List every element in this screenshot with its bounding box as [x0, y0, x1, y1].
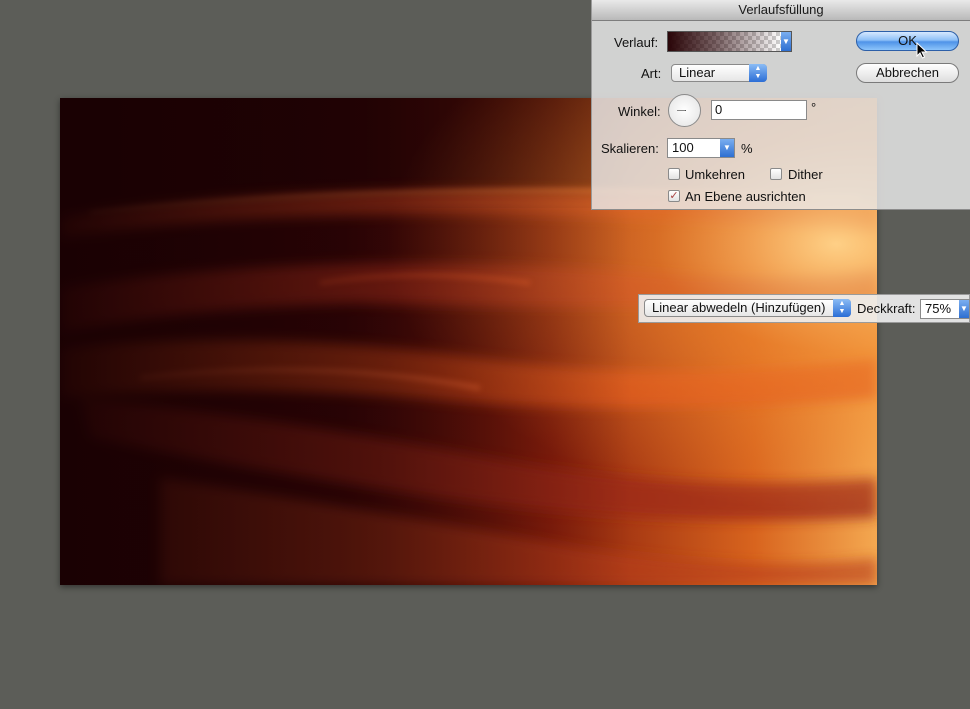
triangle-down-icon[interactable]: ▼	[781, 32, 791, 51]
cancel-button-label: Abbrechen	[876, 65, 939, 80]
gradient-picker[interactable]: ▼	[667, 31, 792, 52]
triangle-down-icon[interactable]: ▼	[959, 300, 969, 318]
angle-unit: °	[811, 100, 817, 115]
angle-dial[interactable]	[668, 94, 701, 127]
gradient-label: Verlauf:	[614, 35, 659, 50]
arrow-cursor-icon	[916, 42, 928, 59]
opacity-label: Deckkraft:	[857, 301, 916, 316]
gradient-preview	[668, 32, 781, 51]
reverse-label: Umkehren	[685, 167, 745, 182]
dither-label: Dither	[788, 167, 823, 182]
angle-label: Winkel:	[618, 104, 661, 119]
opacity-combo[interactable]: 75% ▼	[920, 299, 970, 319]
align-label: An Ebene ausrichten	[685, 189, 806, 204]
align-checkbox[interactable]: ✓	[668, 190, 680, 202]
reverse-checkbox[interactable]	[668, 168, 680, 180]
up-down-arrows-icon: ▲ ▼	[833, 299, 851, 317]
scale-combo[interactable]: 100 ▼	[667, 138, 735, 158]
angle-value: 0	[715, 102, 723, 117]
scale-value: 100	[672, 140, 694, 155]
layer-options-bar: Linear abwedeln (Hinzufügen) ▲ ▼ Deckkraf…	[638, 294, 970, 323]
blend-mode-value: Linear abwedeln (Hinzufügen)	[652, 300, 826, 315]
dialog-title[interactable]: Verlaufsfüllung	[592, 0, 970, 21]
style-label: Art:	[641, 66, 662, 81]
scale-unit: %	[741, 141, 753, 156]
opacity-value: 75%	[925, 301, 952, 316]
triangle-down-icon[interactable]: ▼	[720, 139, 734, 157]
gradient-fill-dialog: Verlaufsfüllung Verlauf: ▼ Art: Linear ▲…	[591, 0, 970, 210]
style-value: Linear	[679, 65, 716, 80]
up-down-arrows-icon: ▲ ▼	[749, 64, 767, 82]
blend-mode-popup[interactable]: Linear abwedeln (Hinzufügen) ▲ ▼	[644, 299, 851, 317]
ok-button[interactable]: OK	[856, 31, 959, 51]
ok-button-label: OK	[898, 33, 917, 48]
angle-center	[685, 110, 686, 111]
cancel-button[interactable]: Abbrechen	[856, 63, 959, 83]
dither-checkbox[interactable]	[770, 168, 782, 180]
style-popup[interactable]: Linear ▲ ▼	[671, 64, 767, 82]
angle-input[interactable]: 0	[711, 100, 807, 120]
scale-label: Skalieren:	[601, 141, 659, 156]
